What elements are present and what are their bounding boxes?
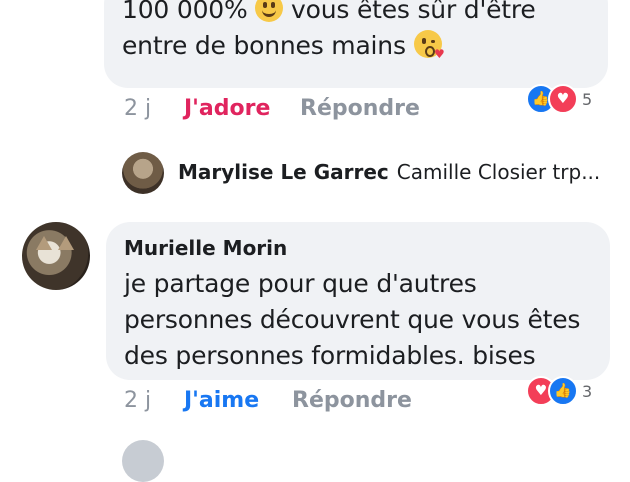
love-reaction-button[interactable]: J'adore xyxy=(184,96,270,121)
reaction-summary[interactable]: ♥ 👍 3 xyxy=(526,376,593,406)
reply-author-name[interactable]: Marylise Le Garrec xyxy=(178,160,389,184)
reply-preview-text: Camille Closier trp... xyxy=(396,160,601,184)
comment-line: vous êtes sûr d'être xyxy=(283,0,536,24)
comment-time[interactable]: 2 j xyxy=(124,388,151,413)
comment-line: je partage pour que d'autres xyxy=(124,269,477,298)
love-icon: ♥ xyxy=(548,84,578,114)
comment-line: des personnes formidables. bises xyxy=(124,341,536,370)
like-button[interactable]: J'aime xyxy=(184,388,259,413)
reaction-count: 5 xyxy=(582,89,593,109)
face-blowing-kiss-emoji-icon: ♥ xyxy=(413,30,445,60)
reaction-count: 3 xyxy=(582,381,593,401)
reply-button[interactable]: Répondre xyxy=(292,388,412,413)
comment-author-name[interactable]: Murielle Morin xyxy=(124,236,287,260)
comment-line: entre de bonnes mains xyxy=(122,31,414,60)
reply-preview[interactable]: Marylise Le Garrec Camille Closier trp... xyxy=(178,160,600,184)
comment-text: je partage pour que d'autres personnes d… xyxy=(124,266,580,374)
comment-line: 100 000% xyxy=(122,0,256,24)
comment-bubble: 100 000% vous êtes sûr d'être entre de b… xyxy=(104,0,608,88)
comment-text: 100 000% vous êtes sûr d'être entre de b… xyxy=(122,0,536,64)
comment-time[interactable]: 2 j xyxy=(124,96,151,121)
smiling-face-emoji-icon xyxy=(255,0,284,22)
comment-bubble: Murielle Morin je partage pour que d'aut… xyxy=(106,222,610,380)
avatar[interactable] xyxy=(122,152,164,194)
like-icon: 👍 xyxy=(548,376,578,406)
avatar[interactable] xyxy=(122,440,164,482)
comment-line: personnes découvrent que vous êtes xyxy=(124,305,581,334)
avatar[interactable] xyxy=(22,222,90,290)
reply-button[interactable]: Répondre xyxy=(300,96,420,121)
reaction-summary[interactable]: 👍 ♥ 5 xyxy=(526,84,593,114)
